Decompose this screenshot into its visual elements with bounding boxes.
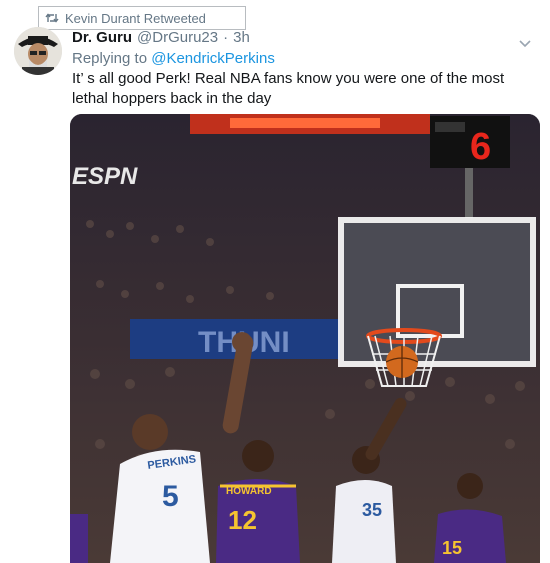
reply-to-link[interactable]: @KendrickPerkins <box>151 50 275 67</box>
player-number-5: 5 <box>162 480 179 513</box>
tweet-text: It’ s all good Perk! Real NBA fans know … <box>72 70 505 107</box>
chevron-down-icon[interactable] <box>518 36 532 48</box>
player-number-35: 35 <box>362 500 382 520</box>
tweet-timestamp[interactable]: 3h <box>233 29 250 46</box>
player-number-12: 12 <box>228 505 257 535</box>
tweet-media-image[interactable]: ESPN THUNI 6 PERKINS 5 HOWARD <box>70 114 540 563</box>
espn-logo: ESPN <box>72 163 138 190</box>
shot-clock: 6 <box>470 126 491 168</box>
retweet-banner[interactable]: Kevin Durant Retweeted <box>38 6 246 30</box>
retweet-icon <box>39 12 65 24</box>
separator-dot: · <box>223 29 229 46</box>
tweet-header: Dr. Guru @DrGuru23 · 3h <box>72 29 250 46</box>
player-name-howard: HOWARD <box>226 486 272 497</box>
retweet-label: Kevin Durant Retweeted <box>65 10 206 26</box>
author-name[interactable]: Dr. Guru <box>72 29 132 46</box>
author-handle[interactable]: @DrGuru23 <box>137 29 218 46</box>
player-number-15: 15 <box>442 538 462 558</box>
reply-context: Replying to @KendrickPerkins <box>72 50 275 67</box>
avatar[interactable] <box>14 27 62 75</box>
reply-prefix: Replying to <box>72 50 148 67</box>
